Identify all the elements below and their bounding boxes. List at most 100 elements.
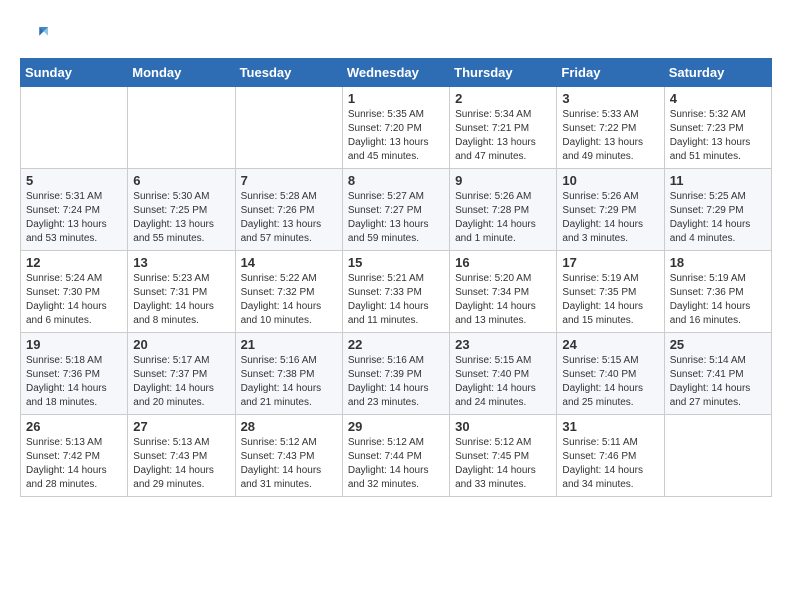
day-info: Sunrise: 5:20 AM Sunset: 7:34 PM Dayligh…: [455, 272, 551, 328]
day-number: 2: [455, 91, 551, 106]
calendar-cell: 2 Sunrise: 5:34 AM Sunset: 7:21 PM Daylig…: [450, 87, 557, 169]
calendar-cell: 28 Sunrise: 5:12 AM Sunset: 7:43 PM Dayli…: [235, 415, 342, 497]
day-number: 16: [455, 255, 551, 270]
day-number: 27: [133, 419, 229, 434]
day-number: 11: [670, 173, 766, 188]
calendar-cell: 12 Sunrise: 5:24 AM Sunset: 7:30 PM Dayli…: [21, 251, 128, 333]
logo-icon: [20, 20, 48, 48]
day-info: Sunrise: 5:16 AM Sunset: 7:39 PM Dayligh…: [348, 354, 444, 410]
day-info: Sunrise: 5:19 AM Sunset: 7:36 PM Dayligh…: [670, 272, 766, 328]
calendar-cell: 8Sunrise: 5:27 AM Sunset: 7:27 PM Daylig…: [342, 169, 449, 251]
day-number: 21: [241, 337, 337, 352]
day-info: Sunrise: 5:17 AM Sunset: 7:37 PM Dayligh…: [133, 354, 229, 410]
calendar-day-header: Monday: [128, 59, 235, 87]
day-info: Sunrise: 5:28 AM Sunset: 7:26 PM Dayligh…: [241, 190, 337, 246]
calendar-cell: 4 Sunrise: 5:32 AM Sunset: 7:23 PM Daylig…: [664, 87, 771, 169]
day-number: 26: [26, 419, 122, 434]
day-info: Sunrise: 5:15 AM Sunset: 7:40 PM Dayligh…: [455, 354, 551, 410]
calendar-cell: 3 Sunrise: 5:33 AM Sunset: 7:22 PM Daylig…: [557, 87, 664, 169]
calendar-header-row: SundayMondayTuesdayWednesdayThursdayFrid…: [21, 59, 772, 87]
calendar-cell: 24Sunrise: 5:15 AM Sunset: 7:40 PM Dayli…: [557, 333, 664, 415]
day-number: 20: [133, 337, 229, 352]
calendar-week-row: 12 Sunrise: 5:24 AM Sunset: 7:30 PM Dayli…: [21, 251, 772, 333]
day-info: Sunrise: 5:22 AM Sunset: 7:32 PM Dayligh…: [241, 272, 337, 328]
calendar-table: SundayMondayTuesdayWednesdayThursdayFrid…: [20, 58, 772, 497]
day-number: 22: [348, 337, 444, 352]
calendar-cell: 22 Sunrise: 5:16 AM Sunset: 7:39 PM Dayli…: [342, 333, 449, 415]
calendar-cell: 14 Sunrise: 5:22 AM Sunset: 7:32 PM Dayli…: [235, 251, 342, 333]
day-info: Sunrise: 5:21 AM Sunset: 7:33 PM Dayligh…: [348, 272, 444, 328]
day-number: 8: [348, 173, 444, 188]
calendar-cell: 16 Sunrise: 5:20 AM Sunset: 7:34 PM Dayli…: [450, 251, 557, 333]
day-number: 4: [670, 91, 766, 106]
calendar-cell: 13 Sunrise: 5:23 AM Sunset: 7:31 PM Dayli…: [128, 251, 235, 333]
day-number: 3: [562, 91, 658, 106]
day-number: 23: [455, 337, 551, 352]
day-number: 31: [562, 419, 658, 434]
calendar-day-header: Saturday: [664, 59, 771, 87]
calendar-cell: 26 Sunrise: 5:13 AM Sunset: 7:42 PM Dayli…: [21, 415, 128, 497]
calendar-day-header: Friday: [557, 59, 664, 87]
calendar-cell: [235, 87, 342, 169]
day-info: Sunrise: 5:35 AM Sunset: 7:20 PM Dayligh…: [348, 108, 444, 164]
calendar-day-header: Sunday: [21, 59, 128, 87]
day-number: 25: [670, 337, 766, 352]
calendar-cell: 31 Sunrise: 5:11 AM Sunset: 7:46 PM Dayli…: [557, 415, 664, 497]
calendar-cell: [128, 87, 235, 169]
day-info: Sunrise: 5:32 AM Sunset: 7:23 PM Dayligh…: [670, 108, 766, 164]
day-info: Sunrise: 5:26 AM Sunset: 7:29 PM Dayligh…: [562, 190, 658, 246]
day-info: Sunrise: 5:30 AM Sunset: 7:25 PM Dayligh…: [133, 190, 229, 246]
calendar-cell: 25Sunrise: 5:14 AM Sunset: 7:41 PM Dayli…: [664, 333, 771, 415]
day-number: 13: [133, 255, 229, 270]
calendar-cell: 11 Sunrise: 5:25 AM Sunset: 7:29 PM Dayli…: [664, 169, 771, 251]
calendar-week-row: 1Sunrise: 5:35 AM Sunset: 7:20 PM Daylig…: [21, 87, 772, 169]
day-info: Sunrise: 5:33 AM Sunset: 7:22 PM Dayligh…: [562, 108, 658, 164]
day-info: Sunrise: 5:12 AM Sunset: 7:43 PM Dayligh…: [241, 436, 337, 492]
calendar-cell: 21 Sunrise: 5:16 AM Sunset: 7:38 PM Dayli…: [235, 333, 342, 415]
day-number: 28: [241, 419, 337, 434]
calendar-week-row: 26 Sunrise: 5:13 AM Sunset: 7:42 PM Dayli…: [21, 415, 772, 497]
calendar-cell: 7Sunrise: 5:28 AM Sunset: 7:26 PM Daylig…: [235, 169, 342, 251]
calendar-cell: [21, 87, 128, 169]
day-info: Sunrise: 5:16 AM Sunset: 7:38 PM Dayligh…: [241, 354, 337, 410]
calendar-day-header: Tuesday: [235, 59, 342, 87]
day-info: Sunrise: 5:19 AM Sunset: 7:35 PM Dayligh…: [562, 272, 658, 328]
day-number: 14: [241, 255, 337, 270]
day-number: 10: [562, 173, 658, 188]
calendar-day-header: Wednesday: [342, 59, 449, 87]
calendar-cell: 27 Sunrise: 5:13 AM Sunset: 7:43 PM Dayli…: [128, 415, 235, 497]
day-info: Sunrise: 5:34 AM Sunset: 7:21 PM Dayligh…: [455, 108, 551, 164]
calendar-cell: 10 Sunrise: 5:26 AM Sunset: 7:29 PM Dayli…: [557, 169, 664, 251]
day-number: 15: [348, 255, 444, 270]
calendar-cell: 17 Sunrise: 5:19 AM Sunset: 7:35 PM Dayli…: [557, 251, 664, 333]
calendar-cell: 20 Sunrise: 5:17 AM Sunset: 7:37 PM Dayli…: [128, 333, 235, 415]
calendar-cell: 5Sunrise: 5:31 AM Sunset: 7:24 PM Daylig…: [21, 169, 128, 251]
day-info: Sunrise: 5:12 AM Sunset: 7:45 PM Dayligh…: [455, 436, 551, 492]
calendar-cell: 6 Sunrise: 5:30 AM Sunset: 7:25 PM Daylig…: [128, 169, 235, 251]
calendar-cell: 9 Sunrise: 5:26 AM Sunset: 7:28 PM Daylig…: [450, 169, 557, 251]
day-info: Sunrise: 5:23 AM Sunset: 7:31 PM Dayligh…: [133, 272, 229, 328]
calendar-cell: 18 Sunrise: 5:19 AM Sunset: 7:36 PM Dayli…: [664, 251, 771, 333]
day-info: Sunrise: 5:26 AM Sunset: 7:28 PM Dayligh…: [455, 190, 551, 246]
calendar-cell: 19Sunrise: 5:18 AM Sunset: 7:36 PM Dayli…: [21, 333, 128, 415]
day-number: 6: [133, 173, 229, 188]
day-info: Sunrise: 5:11 AM Sunset: 7:46 PM Dayligh…: [562, 436, 658, 492]
day-info: Sunrise: 5:31 AM Sunset: 7:24 PM Dayligh…: [26, 190, 122, 246]
calendar-cell: [664, 415, 771, 497]
calendar-day-header: Thursday: [450, 59, 557, 87]
day-number: 18: [670, 255, 766, 270]
day-number: 30: [455, 419, 551, 434]
calendar-week-row: 19Sunrise: 5:18 AM Sunset: 7:36 PM Dayli…: [21, 333, 772, 415]
day-number: 12: [26, 255, 122, 270]
day-info: Sunrise: 5:13 AM Sunset: 7:42 PM Dayligh…: [26, 436, 122, 492]
day-number: 29: [348, 419, 444, 434]
day-info: Sunrise: 5:24 AM Sunset: 7:30 PM Dayligh…: [26, 272, 122, 328]
day-number: 17: [562, 255, 658, 270]
day-info: Sunrise: 5:13 AM Sunset: 7:43 PM Dayligh…: [133, 436, 229, 492]
day-info: Sunrise: 5:18 AM Sunset: 7:36 PM Dayligh…: [26, 354, 122, 410]
day-number: 9: [455, 173, 551, 188]
calendar-cell: 23 Sunrise: 5:15 AM Sunset: 7:40 PM Dayli…: [450, 333, 557, 415]
calendar-cell: 30 Sunrise: 5:12 AM Sunset: 7:45 PM Dayli…: [450, 415, 557, 497]
day-info: Sunrise: 5:25 AM Sunset: 7:29 PM Dayligh…: [670, 190, 766, 246]
calendar-cell: 15 Sunrise: 5:21 AM Sunset: 7:33 PM Dayli…: [342, 251, 449, 333]
